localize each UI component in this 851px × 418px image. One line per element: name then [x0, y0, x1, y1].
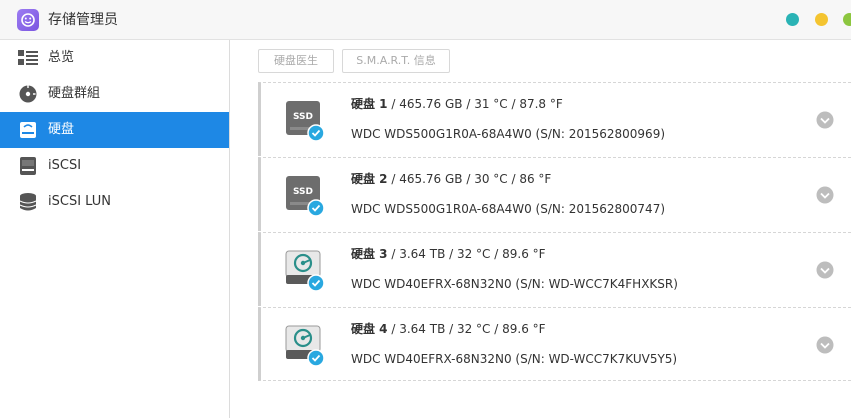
ssd-drive-icon: SSD	[286, 176, 325, 217]
hdd-drive-icon	[285, 250, 325, 292]
disk-summary: 硬盘 3 / 3.64 TB / 32 °C / 89.6 °F	[351, 245, 546, 262]
sidebar-item-overview[interactable]: 总览	[0, 40, 229, 76]
sidebar-item-hard-drive[interactable]: 硬盘	[0, 112, 229, 148]
sidebar-item-disk-group[interactable]: 硬盘群組	[0, 76, 229, 112]
window-button-teal[interactable]	[786, 13, 799, 26]
disk-capacity-temp: / 465.76 GB / 30 °C / 86 °F	[387, 172, 552, 186]
iscsi-icon	[20, 157, 36, 175]
disk-row[interactable]: 硬盘 3 / 3.64 TB / 32 °C / 89.6 °F WDC WD4…	[258, 232, 851, 306]
chevron-down-icon[interactable]	[816, 261, 834, 279]
chevron-down-icon[interactable]	[816, 111, 834, 129]
disk-name: 硬盘 3	[351, 247, 388, 261]
sidebar: 总览 硬盘群組 硬盘 iSCSI iSCSI LUN	[0, 40, 230, 418]
sidebar-item-label: 硬盘群組	[48, 86, 101, 101]
disk-model: WDC WD40EFRX-68N32N0 (S/N: WD-WCC7K4FHXK…	[351, 277, 678, 291]
sidebar-item-iscsi-lun[interactable]: iSCSI LUN	[0, 184, 229, 220]
window-title: 存储管理员	[48, 12, 118, 28]
disk-capacity-temp: / 3.64 TB / 32 °C / 89.6 °F	[387, 247, 546, 261]
disk-capacity-temp: / 3.64 TB / 32 °C / 89.6 °F	[387, 322, 546, 336]
disk-row[interactable]: SSD 硬盘 2 / 465.76 GB / 30 °C / 86 °F WDC…	[258, 157, 851, 231]
disk-row[interactable]: 硬盘 4 / 3.64 TB / 32 °C / 89.6 °F WDC WD4…	[258, 307, 851, 381]
disk-summary: 硬盘 1 / 465.76 GB / 31 °C / 87.8 °F	[351, 95, 563, 112]
title-bar: 存储管理员	[0, 0, 851, 40]
disk-group-icon	[19, 85, 37, 103]
hard-drive-icon	[20, 122, 36, 138]
hdd-drive-icon	[285, 325, 325, 367]
disk-name: 硬盘 4	[351, 322, 388, 336]
sidebar-item-label: 总览	[48, 50, 75, 65]
disk-row[interactable]: SSD 硬盘 1 / 465.76 GB / 31 °C / 87.8 °F W…	[258, 82, 851, 156]
chevron-down-icon[interactable]	[816, 186, 834, 204]
disk-summary: 硬盘 2 / 465.76 GB / 30 °C / 86 °F	[351, 170, 551, 187]
disk-model: WDC WDS500G1R0A-68A4W0 (S/N: 20156280096…	[351, 127, 666, 141]
storage-manager-app-icon	[17, 9, 39, 31]
ssd-drive-icon: SSD	[286, 101, 325, 142]
chevron-down-icon[interactable]	[816, 336, 834, 354]
disk-summary: 硬盘 4 / 3.64 TB / 32 °C / 89.6 °F	[351, 320, 546, 337]
disk-model: WDC WD40EFRX-68N32N0 (S/N: WD-WCC7K7KUV5…	[351, 352, 678, 366]
database-icon	[19, 193, 37, 211]
disk-capacity-temp: / 465.76 GB / 31 °C / 87.8 °F	[387, 97, 563, 111]
window-button-yellow[interactable]	[815, 13, 828, 26]
disk-name: 硬盘 2	[351, 172, 388, 186]
sidebar-item-label: iSCSI	[48, 158, 82, 173]
sidebar-item-iscsi[interactable]: iSCSI	[0, 148, 229, 184]
overview-list-icon	[18, 50, 38, 65]
sidebar-item-label: 硬盘	[48, 122, 75, 137]
disk-model: WDC WDS500G1R0A-68A4W0 (S/N: 20156280074…	[351, 202, 666, 216]
window-button-green[interactable]	[843, 13, 851, 26]
smart-info-button[interactable]: S.M.A.R.T. 信息	[342, 49, 450, 73]
disk-doctor-button[interactable]: 硬盘医生	[258, 49, 334, 73]
svg-text:SSD: SSD	[293, 187, 313, 197]
sidebar-item-label: iSCSI LUN	[48, 194, 111, 209]
svg-text:SSD: SSD	[293, 112, 313, 122]
disk-name: 硬盘 1	[351, 97, 388, 111]
